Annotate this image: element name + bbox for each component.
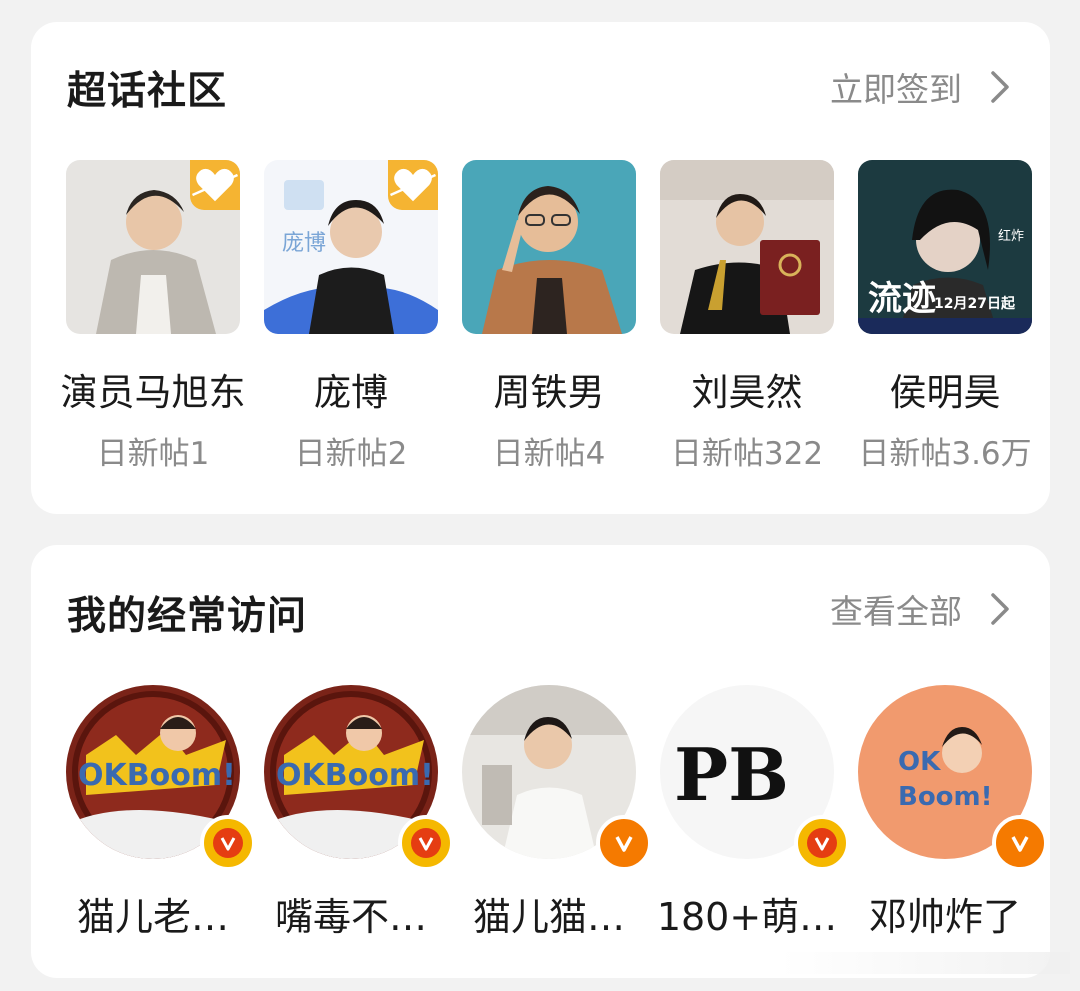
- avatar-logo-text: OKBoom!: [276, 758, 434, 793]
- topic-name: 侯明昊: [889, 371, 1001, 414]
- topic-name: 演员马旭东: [60, 371, 246, 414]
- topic-name: 刘昊然: [691, 371, 803, 414]
- avatar-logo-text: PB: [674, 732, 789, 817]
- verified-v-icon: [992, 815, 1048, 871]
- topic-stat: 日新帖322: [670, 436, 824, 472]
- verified-v-icon: [596, 815, 652, 871]
- topic-cover-image: [660, 160, 834, 334]
- user-name: 邓帅炸了: [868, 895, 1021, 939]
- topic-cover-text: 12月27日起: [934, 295, 1016, 312]
- topic-cover-text: 庞博: [282, 231, 326, 256]
- topic-stat: 日新帖3.6万: [858, 436, 1032, 472]
- frequent-visits-title: 我的经常访问: [67, 594, 308, 639]
- avatar-logo-text: OK: [898, 747, 941, 777]
- topic-cover-image: [462, 160, 636, 334]
- frequent-visits-card: 我的经常访问 查看全部 OKBoom! 猫儿老… OKBoom! 嘴毒不… 猫儿…: [31, 545, 1050, 978]
- topic-stat: 日新帖4: [492, 436, 606, 472]
- verified-v-icon: [794, 815, 850, 871]
- topic-stat: 日新帖2: [294, 436, 408, 472]
- topic-cover-text: 流迹: [868, 279, 936, 319]
- chevron-right-icon: [986, 67, 1014, 107]
- user-name: 嘴毒不…: [274, 895, 427, 939]
- user-name: 猫儿猫…: [472, 895, 625, 939]
- view-all-button[interactable]: 查看全部: [830, 585, 1014, 633]
- user-name: 180+萌…: [656, 895, 838, 939]
- super-topic-card: 超话社区 立即签到 演员马旭东 日新帖1 庞博 庞博 日新帖2 周铁男 日新帖4…: [31, 22, 1050, 514]
- topic-cover-image: 流迹 12月27日起 红炸: [858, 160, 1032, 334]
- avatar-logo-text: Boom!: [898, 782, 993, 812]
- verified-v-icon: [398, 815, 454, 871]
- check-in-button[interactable]: 立即签到: [830, 63, 1014, 111]
- view-all-label: 查看全部: [830, 592, 962, 631]
- favorite-heart-icon: [190, 160, 240, 210]
- verified-v-icon: [200, 815, 256, 871]
- user-name: 猫儿老…: [76, 895, 229, 939]
- topic-name: 庞博: [314, 371, 388, 414]
- avatar-logo-text: OKBoom!: [78, 758, 236, 793]
- topic-cover-image: 庞博: [264, 160, 438, 334]
- super-topic-title: 超话社区: [67, 69, 228, 114]
- check-in-label: 立即签到: [830, 70, 962, 109]
- topic-cover-text: 红炸: [998, 228, 1024, 244]
- topic-cover-image: [66, 160, 240, 334]
- chevron-right-icon: [986, 589, 1014, 629]
- favorite-heart-icon: [388, 160, 438, 210]
- topic-stat: 日新帖1: [96, 436, 210, 472]
- watermark-fade: [780, 952, 1070, 974]
- topic-name: 周铁男: [493, 371, 605, 414]
